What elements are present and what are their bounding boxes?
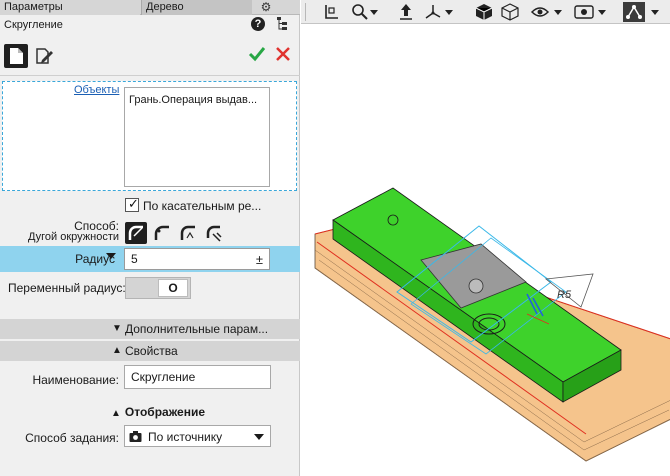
chevron-up-icon: ▲ bbox=[112, 345, 122, 356]
name-input[interactable]: Скругление bbox=[124, 365, 271, 389]
help-icon[interactable]: ? bbox=[251, 17, 265, 31]
chevron-down-icon[interactable] bbox=[369, 2, 379, 22]
shaded-display-icon[interactable] bbox=[473, 2, 495, 22]
chevron-down-icon: ▼ bbox=[112, 323, 122, 334]
tab-tree[interactable]: Дерево bbox=[141, 0, 252, 15]
panel-title: Скругление bbox=[4, 19, 63, 31]
visibility-icon[interactable] bbox=[530, 2, 550, 22]
chevron-down-icon[interactable] bbox=[553, 2, 563, 22]
method-conic-button[interactable] bbox=[151, 222, 173, 244]
ok-checkmark-icon[interactable] bbox=[247, 44, 267, 64]
camera-icon bbox=[129, 431, 142, 442]
list-item[interactable]: Грань.Операция выдав... bbox=[129, 94, 265, 106]
tree-structure-icon[interactable] bbox=[276, 17, 288, 31]
toggle-knob: O bbox=[158, 279, 188, 297]
display-subsection[interactable]: ▲ Отображение bbox=[111, 405, 205, 419]
pan-icon[interactable] bbox=[397, 2, 415, 22]
objects-link[interactable]: Объекты bbox=[74, 84, 119, 96]
radius-input[interactable]: 5 ± bbox=[124, 248, 270, 270]
radius-value: 5 bbox=[131, 252, 138, 266]
chevron-down-icon[interactable] bbox=[444, 2, 454, 22]
display-title: Отображение bbox=[124, 405, 206, 419]
section-title: Дополнительные парам... bbox=[125, 322, 269, 336]
pin-circle bbox=[468, 278, 484, 294]
spec-method-value: По источнику bbox=[148, 430, 223, 444]
view-toolbar bbox=[301, 0, 670, 24]
tangent-edges-checkbox[interactable]: ✓ bbox=[125, 196, 139, 212]
properties-section[interactable]: ▲ Свойства bbox=[0, 341, 300, 361]
circular-arc-icon bbox=[128, 225, 143, 240]
wireframe-display-icon[interactable] bbox=[499, 2, 521, 22]
radius-row: Радиус 5 ± bbox=[0, 246, 300, 272]
zoom-icon[interactable] bbox=[351, 2, 369, 22]
name-label: Наименование: bbox=[32, 373, 119, 387]
gear-icon[interactable]: ⚙ bbox=[258, 0, 274, 15]
tab-parameters[interactable]: Параметры bbox=[0, 0, 140, 15]
new-document-icon bbox=[10, 48, 23, 64]
edit-sketch-button[interactable] bbox=[32, 44, 56, 68]
chevron-down-icon bbox=[254, 434, 264, 440]
method-chord-button[interactable] bbox=[177, 222, 199, 244]
tangent-edges-label: По касательным ре... bbox=[143, 199, 262, 213]
variable-radius-label: Переменный радиус: bbox=[8, 281, 126, 295]
toolbar-separator bbox=[305, 3, 306, 21]
objects-list[interactable]: Грань.Операция выдав... bbox=[124, 87, 270, 187]
method-smooth-button[interactable] bbox=[203, 222, 225, 244]
spec-method-label: Способ задания: bbox=[25, 431, 119, 445]
spec-method-select[interactable]: По источнику bbox=[124, 425, 271, 447]
chord-fillet-icon bbox=[180, 225, 195, 240]
3d-model-scene[interactable]: R5 bbox=[301, 24, 670, 476]
model-viewport[interactable]: R5 bbox=[301, 0, 670, 476]
radius-dropdown-arrow-icon[interactable] bbox=[106, 253, 116, 259]
method-circular-arc-button[interactable] bbox=[125, 222, 147, 244]
additional-params-section[interactable]: ▼ Дополнительные парам... bbox=[0, 319, 300, 339]
orientation-axes-icon[interactable] bbox=[423, 2, 443, 22]
plus-minus-icon[interactable]: ± bbox=[256, 252, 263, 267]
smooth-fillet-icon bbox=[206, 225, 222, 242]
radius-dimension-label[interactable]: R5 bbox=[557, 289, 572, 301]
snap-icon bbox=[626, 5, 642, 19]
pencil-icon bbox=[36, 48, 53, 64]
app-window: Параметры Дерево ⚙ Скругление ? Объекты … bbox=[0, 0, 670, 476]
parameters-panel: Параметры Дерево ⚙ Скругление ? Объекты … bbox=[0, 0, 300, 476]
chevron-down-icon[interactable] bbox=[650, 2, 660, 22]
chevron-down-icon[interactable] bbox=[597, 2, 607, 22]
view-mode-icon[interactable] bbox=[573, 2, 595, 22]
coordinate-system-icon[interactable] bbox=[321, 2, 341, 22]
variable-radius-toggle[interactable]: O bbox=[125, 277, 191, 299]
chevron-up-icon: ▲ bbox=[111, 408, 121, 419]
snap-toggle-button[interactable] bbox=[623, 2, 645, 22]
check-icon: ✓ bbox=[128, 196, 139, 211]
cancel-close-icon[interactable] bbox=[273, 44, 293, 64]
panel-tabs: Параметры Дерево ⚙ bbox=[0, 0, 300, 15]
section-title: Свойства bbox=[125, 344, 178, 358]
method-value-label: Дугой окружности bbox=[27, 231, 119, 243]
conic-fillet-icon bbox=[154, 225, 169, 240]
create-object-button[interactable] bbox=[4, 44, 28, 68]
divider bbox=[0, 75, 300, 76]
